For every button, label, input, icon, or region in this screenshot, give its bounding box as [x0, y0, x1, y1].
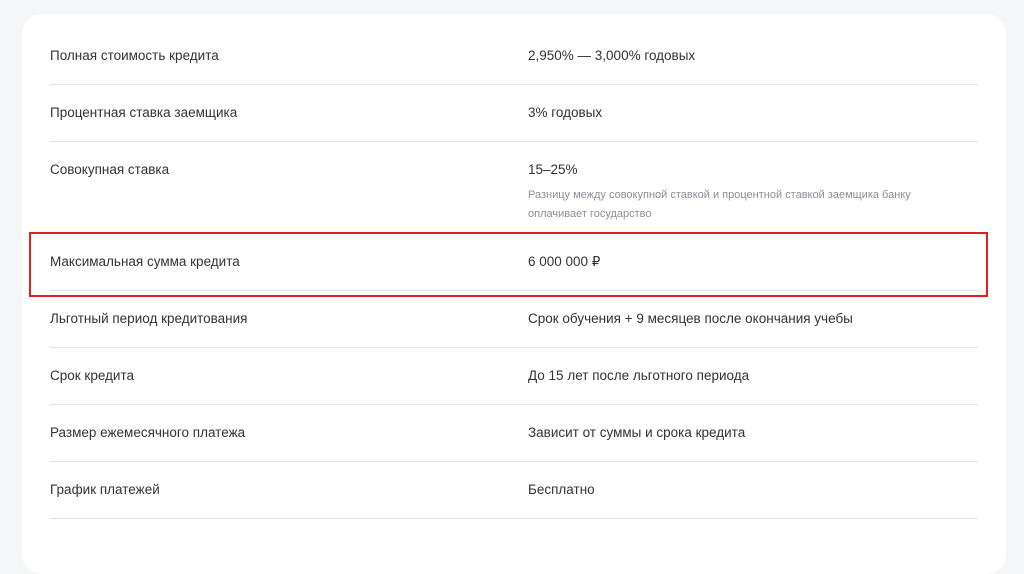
- row-full-cost: Полная стоимость кредита 2,950% — 3,000%…: [50, 28, 978, 85]
- row-label: Срок кредита: [50, 368, 135, 383]
- row-total-rate: Совокупная ставка 15–25% Разницу между с…: [50, 142, 978, 234]
- row-value: До 15 лет после льготного периода: [528, 368, 750, 383]
- row-max-amount: Максимальная сумма кредита 6 000 000 ₽: [50, 234, 978, 291]
- row-note: Разницу между совокупной ставкой и проце…: [528, 189, 911, 220]
- row-label: Максимальная сумма кредита: [50, 254, 240, 269]
- row-payment-schedule: График платежей Бесплатно: [50, 462, 978, 519]
- row-value: 15–25%: [528, 162, 578, 177]
- row-value: 2,950% — 3,000% годовых: [528, 48, 696, 63]
- row-value: 6 000 000 ₽: [528, 254, 601, 269]
- row-value: 3% годовых: [528, 105, 603, 120]
- loan-terms-list: Полная стоимость кредита 2,950% — 3,000%…: [50, 28, 978, 519]
- row-value: Бесплатно: [528, 482, 595, 497]
- row-label: Совокупная ставка: [50, 162, 170, 177]
- row-monthly-payment: Размер ежемесячного платежа Зависит от с…: [50, 405, 978, 462]
- row-grace-period: Льготный период кредитования Срок обучен…: [50, 291, 978, 348]
- row-value: Срок обучения + 9 месяцев после окончани…: [528, 311, 853, 326]
- row-label: Размер ежемесячного платежа: [50, 425, 246, 440]
- loan-terms-card: Полная стоимость кредита 2,950% — 3,000%…: [22, 14, 1006, 574]
- row-label: Полная стоимость кредита: [50, 48, 219, 63]
- row-label: Процентная ставка заемщика: [50, 105, 238, 120]
- row-value: Зависит от суммы и срока кредита: [528, 425, 746, 440]
- row-borrower-rate: Процентная ставка заемщика 3% годовых: [50, 85, 978, 142]
- row-label: Льготный период кредитования: [50, 311, 248, 326]
- row-loan-term: Срок кредита До 15 лет после льготного п…: [50, 348, 978, 405]
- row-label: График платежей: [50, 482, 160, 497]
